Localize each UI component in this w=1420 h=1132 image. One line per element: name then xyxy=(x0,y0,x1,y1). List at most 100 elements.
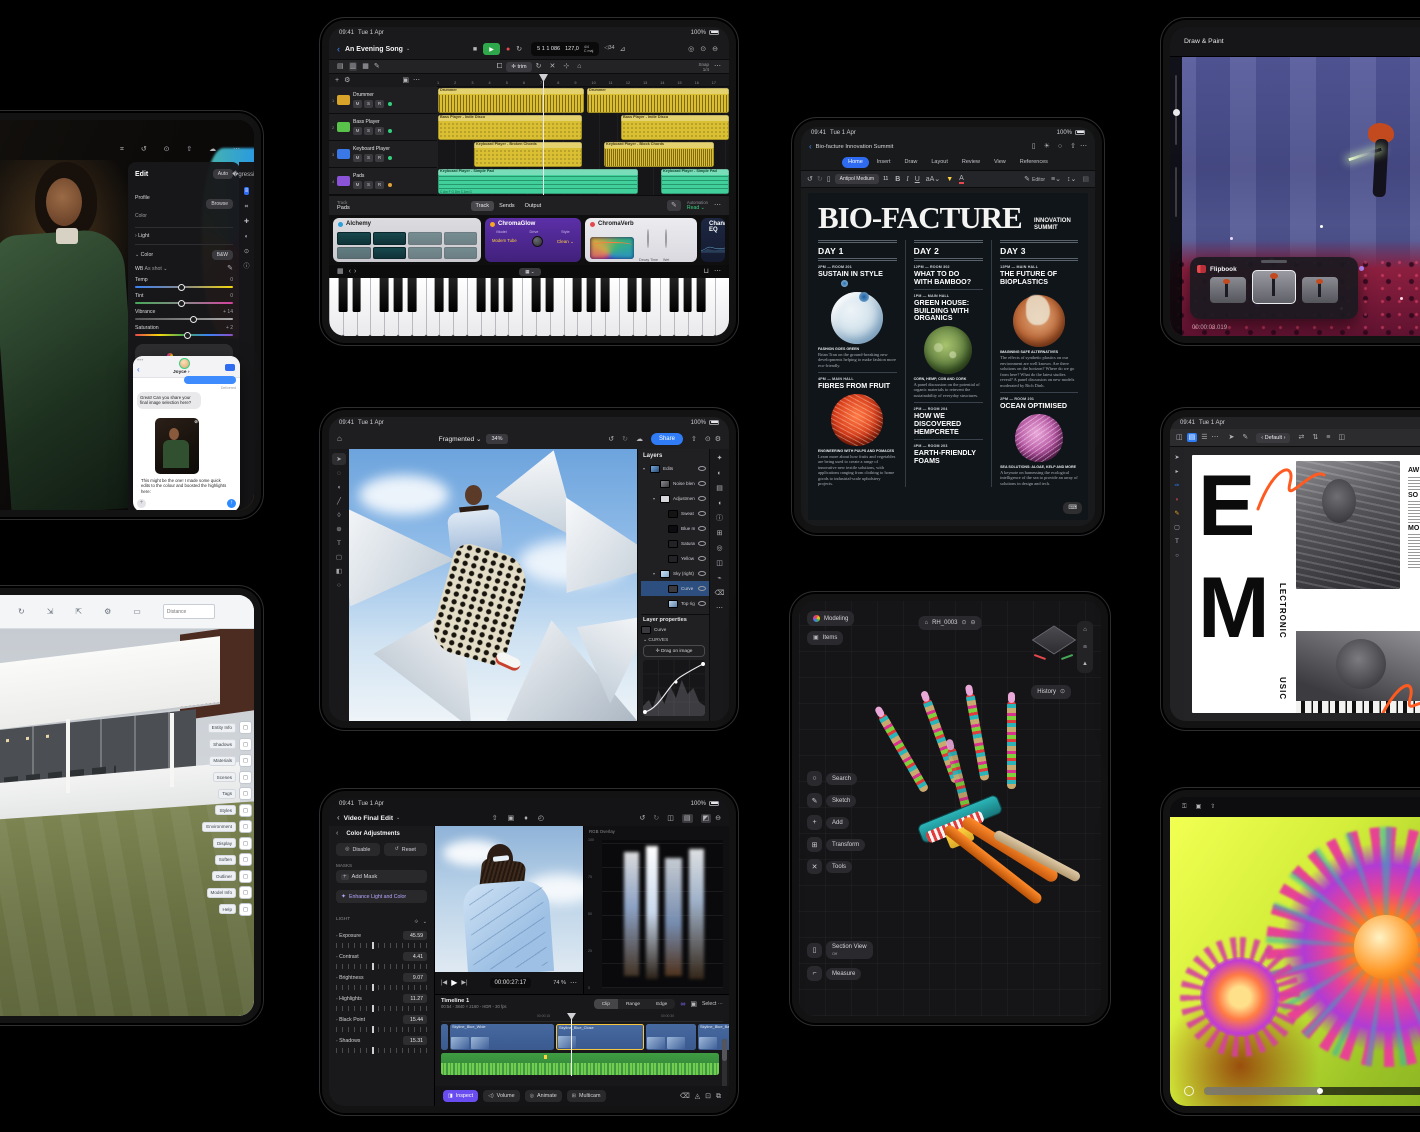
tool-row[interactable]: ✕ Tools xyxy=(807,859,865,874)
viewer[interactable] xyxy=(435,826,583,972)
mute-button[interactable]: M xyxy=(353,154,362,162)
home-icon[interactable]: ⌂ xyxy=(924,620,928,626)
frame-tool-icon[interactable]: ▸ xyxy=(1175,469,1178,475)
frame-thumb[interactable] xyxy=(1302,277,1338,303)
track-row[interactable]: 2 Bass Player M S R xyxy=(329,114,437,141)
mode-tab[interactable]: Clip xyxy=(594,999,618,1009)
piano-black-key[interactable] xyxy=(380,278,389,312)
distance-input[interactable] xyxy=(163,604,215,619)
panel-button-row[interactable]: Model Info ◻ xyxy=(207,886,252,899)
bw-button[interactable]: B&W xyxy=(212,250,233,260)
versions-icon[interactable]: ⊙ xyxy=(244,249,249,255)
move-tool-icon[interactable]: ➤ xyxy=(1174,455,1179,461)
play-icon[interactable]: ▶ xyxy=(451,979,457,987)
text-tool-icon[interactable]: T xyxy=(1175,539,1179,545)
ribbon-tab[interactable]: Home xyxy=(842,157,869,168)
region-drummer-1[interactable]: Drummer xyxy=(438,88,584,113)
sustain-icon[interactable]: ⊔ xyxy=(704,268,709,275)
model-3d[interactable] xyxy=(859,691,1079,991)
piano-black-key[interactable] xyxy=(545,278,554,312)
add-attachment-icon[interactable]: + xyxy=(137,499,146,508)
enhance-button[interactable]: ✦Enhance Light and Color xyxy=(336,890,427,903)
clip-short[interactable] xyxy=(646,1024,696,1050)
panel-button-row[interactable]: Materials ◻ xyxy=(209,754,252,767)
tab-output[interactable]: Output xyxy=(520,201,547,211)
layer-row[interactable]: Curve xyxy=(641,581,709,596)
color-section[interactable]: ⌄ Color xyxy=(135,252,153,258)
copy-icon[interactable]: ⧠ xyxy=(497,63,503,70)
panel-grabber[interactable] xyxy=(1261,260,1287,263)
slider-thumb[interactable] xyxy=(184,332,191,339)
split-icon[interactable]: ✕ xyxy=(550,63,556,70)
play-button[interactable]: ▶ xyxy=(483,43,500,55)
visibility-icon[interactable] xyxy=(698,601,706,606)
minimize-icon[interactable]: ⊖ xyxy=(715,815,721,822)
settings-icon[interactable]: ⚙ xyxy=(104,607,111,616)
layer-row[interactable]: Blue match xyxy=(641,521,709,536)
tool-row[interactable]: ⊞ Transform xyxy=(807,837,865,852)
undo-icon[interactable]: ↺ xyxy=(608,436,614,443)
panel-button[interactable]: ◻ xyxy=(239,837,252,850)
region-pad-2[interactable]: Keyboard Player - Simple Pad xyxy=(661,169,729,194)
collapse-icon[interactable]: ⌄ xyxy=(423,920,427,925)
catch-icon[interactable]: ▣ xyxy=(402,77,409,84)
record-enable-button[interactable]: R xyxy=(375,181,384,189)
layer-row[interactable]: ▾ Sky (right) xyxy=(641,566,709,581)
redo-icon[interactable]: ↻ xyxy=(622,436,628,443)
slider-ticks[interactable] xyxy=(336,943,427,948)
bar-ruler[interactable]: 1234567891011121314151617 xyxy=(437,74,729,87)
keyframe-icon[interactable]: ⟐ xyxy=(414,920,418,925)
split-view-icon[interactable]: ◫ xyxy=(667,815,674,822)
next-frame-icon[interactable]: ▶| xyxy=(461,980,467,986)
ribbon-tab[interactable]: Review xyxy=(956,157,986,168)
fullscreen-icon[interactable]: ⧉ xyxy=(716,1093,721,1100)
piano-black-key[interactable] xyxy=(352,278,361,312)
text-tool-icon[interactable]: T xyxy=(332,537,346,549)
adjustment-slider[interactable]: ◦ Exposure 45.59 xyxy=(336,931,427,948)
pencil-tool-icon[interactable]: ✎ xyxy=(1174,511,1179,517)
mode-tab[interactable]: Edge xyxy=(648,999,675,1009)
tool-row[interactable]: + Add xyxy=(807,815,865,830)
font-name[interactable]: Antipol Medium xyxy=(835,174,879,184)
power-dot[interactable] xyxy=(490,222,495,227)
trim-tool[interactable]: ✛ trim xyxy=(506,62,531,72)
panel-button[interactable]: ◻ xyxy=(239,886,252,899)
visibility-icon[interactable] xyxy=(698,571,706,576)
cloud-icon[interactable]: ☁ xyxy=(209,146,216,153)
camera-orbit-button[interactable] xyxy=(1184,1086,1194,1096)
ribbon-tab[interactable]: Insert xyxy=(871,157,897,168)
tool-icon[interactable]: ⊞ xyxy=(807,837,822,852)
inspect-button[interactable]: ◨Inspect xyxy=(443,1090,478,1102)
slider-ticks[interactable] xyxy=(336,964,427,969)
mute-button[interactable]: M xyxy=(353,127,362,135)
panel-button[interactable]: ◻ xyxy=(239,804,252,817)
adjustment-slider[interactable]: ◦ Black Point 15.44 xyxy=(336,1015,427,1032)
adjustments-icon[interactable]: ◐ xyxy=(717,470,721,477)
letter-m[interactable]: M xyxy=(1198,571,1266,645)
mask-icon[interactable]: ◎ xyxy=(716,545,722,552)
tint-slider[interactable] xyxy=(135,302,233,304)
automation-pencil-icon[interactable]: ✎ xyxy=(667,200,681,211)
project-title[interactable]: An Evening Song xyxy=(345,46,403,53)
region-keys-2[interactable]: Keyboard Player - Block Chords xyxy=(604,142,714,167)
project-title[interactable]: Video Final Edit xyxy=(344,815,393,822)
slider-value[interactable]: 15.44 xyxy=(403,1015,427,1024)
disclosure-icon[interactable]: ▾ xyxy=(653,571,657,576)
tab-track[interactable]: Track xyxy=(471,201,495,211)
visibility-icon[interactable] xyxy=(698,586,706,591)
adjustment-slider[interactable]: ◦ Contrast 4.41 xyxy=(336,952,427,969)
frame-thumb[interactable] xyxy=(1210,277,1246,303)
info-icon[interactable]: ⓘ xyxy=(243,264,249,270)
piano-black-key[interactable] xyxy=(600,278,609,312)
comments-icon[interactable]: ◖ xyxy=(717,500,721,507)
lasso-tool-icon[interactable]: ◌ xyxy=(332,467,346,479)
panel-button[interactable]: ◻ xyxy=(239,820,252,833)
slider-handle[interactable] xyxy=(1173,109,1180,116)
stop-icon[interactable]: ■ xyxy=(473,46,477,53)
curves-section[interactable]: ⌄ CURVES xyxy=(643,638,709,643)
connect-icon[interactable]: ∞ xyxy=(680,1001,685,1008)
visibility-icon[interactable] xyxy=(698,541,706,546)
ribbon-tab[interactable]: Layout xyxy=(925,157,954,168)
crop-icon[interactable]: ⌗ xyxy=(120,146,124,153)
word-usic[interactable]: USIC xyxy=(1278,677,1287,700)
